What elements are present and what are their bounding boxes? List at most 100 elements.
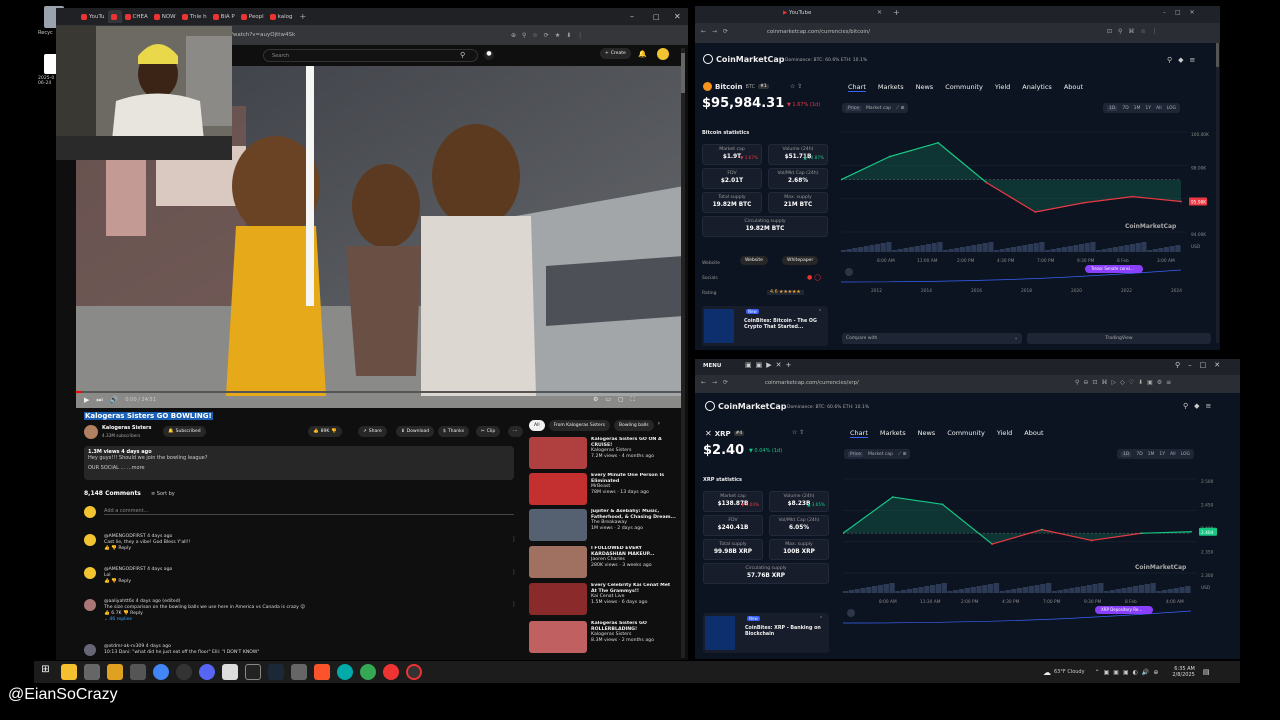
chrome-icon[interactable] <box>152 664 169 680</box>
minimize-icon[interactable]: – <box>630 12 634 21</box>
notepad-icon[interactable] <box>221 664 238 680</box>
recommended-video[interactable]: Every Minute One Person Is Eliminated MrB… <box>529 473 677 507</box>
chip-all[interactable]: All <box>529 420 545 431</box>
tab-about[interactable]: About <box>1064 83 1083 92</box>
tab-news[interactable]: News <box>918 429 936 438</box>
range-1y[interactable]: 1Y <box>1145 106 1151 111</box>
system-tray-icons[interactable]: ⌃▣▣▣◐🔊⊕ <box>1095 669 1163 676</box>
range-selector[interactable]: 1D 7D 1M 1Y All LOG <box>1117 449 1195 459</box>
url-field[interactable]: /watch?v=auyOjttw4Sk <box>231 32 481 38</box>
browser-tab[interactable]: BiA P <box>210 10 238 23</box>
cmc-logo[interactable]: CoinMarketCap <box>705 401 786 411</box>
chip-bowling[interactable]: Bowling balls <box>614 420 654 431</box>
maximize-icon[interactable]: □ <box>653 13 660 21</box>
reply-button[interactable]: Reply <box>118 546 131 551</box>
toggle-price[interactable]: Price <box>846 105 861 111</box>
channel-avatar[interactable] <box>84 425 98 439</box>
tab-community[interactable]: Community <box>945 83 983 92</box>
next-icon[interactable]: ⏭ <box>96 396 102 405</box>
range-1m[interactable]: 1M <box>1148 452 1155 457</box>
browser-toolbar-icons[interactable]: ⊡⚲⌘☆⋮ <box>1107 28 1164 35</box>
range-all[interactable]: All <box>1170 452 1176 457</box>
download-button[interactable]: ⬇ Download <box>396 426 435 437</box>
scrollbar[interactable] <box>681 48 685 658</box>
header-icons[interactable]: ⚲◆≡ <box>1183 402 1217 410</box>
chip-from-channel[interactable]: From Kalogeras Sisters <box>548 420 610 431</box>
nav-icons[interactable]: ←→⟳ <box>701 379 734 386</box>
notification-icon[interactable]: ▤ <box>1203 668 1210 676</box>
screen-tool-icon[interactable] <box>290 664 307 680</box>
tradingview-button[interactable]: TradingView <box>1027 333 1211 344</box>
player-settings-icons[interactable]: ⚙▭▢⛶ <box>593 396 642 404</box>
avatar[interactable] <box>657 48 669 60</box>
share-button[interactable]: ↗ Share <box>358 426 387 437</box>
opera-menu-button[interactable]: MENU <box>703 363 721 369</box>
url-field[interactable]: coinmarketcap.com/currencies/xrp/ <box>765 380 859 386</box>
close-tab-icon[interactable]: ✕ <box>877 9 882 16</box>
search-icon[interactable]: ⚲ <box>460 51 465 59</box>
chart-type-icons[interactable]: ⟋ ⊞ <box>898 451 906 457</box>
range-1y[interactable]: 1Y <box>1159 452 1165 457</box>
range-7d[interactable]: 7D <box>1122 106 1128 111</box>
window-controls[interactable]: ⚲–□✕ <box>1175 361 1228 369</box>
add-comment-input[interactable]: Add a comment... <box>104 508 514 515</box>
tab-yield[interactable]: Yield <box>995 83 1010 92</box>
tab-community[interactable]: Community <box>947 429 985 438</box>
range-all[interactable]: All <box>1156 106 1162 111</box>
new-tab-plus-icon[interactable]: + <box>893 8 900 17</box>
brave-icon[interactable] <box>313 664 330 680</box>
opera-gx-icon[interactable] <box>405 664 422 680</box>
header-icons[interactable]: ⚲◆≡ <box>1167 56 1201 64</box>
recommended-video[interactable]: Jupiter & Asebahy: Music, Fatherhood, & … <box>529 509 677 543</box>
tab-markets[interactable]: Markets <box>880 429 906 438</box>
weather-icon[interactable]: ☁ <box>1043 668 1051 677</box>
replies-toggle[interactable]: ⌄ 46 replies <box>104 617 305 623</box>
event-marker-icon[interactable] <box>845 268 853 276</box>
like-button[interactable]: 👍 89K 👎 <box>308 426 342 437</box>
cmc-logo[interactable]: CoinMarketCap <box>703 54 784 64</box>
browser-toolbar-icons[interactable]: ⊕⚲☆⟳★⬇⋮ <box>511 32 589 39</box>
coinbites-promo[interactable]: New CoinBites: XRP - Banking on Blockcha… <box>703 613 829 653</box>
scrollbar-thumb[interactable] <box>681 53 685 93</box>
obs-icon[interactable] <box>175 664 192 680</box>
sort-by-button[interactable]: ≡ Sort by <box>151 491 175 497</box>
comment-menu-icon[interactable]: ⋮ <box>511 569 517 576</box>
browser-tab[interactable]: CHEA <box>122 10 151 23</box>
range-1d[interactable]: 1D <box>1107 105 1118 111</box>
thumbs-up-icon[interactable]: 👍 👎 <box>104 546 118 551</box>
thumbs-down-icon[interactable]: 👎 <box>331 429 337 434</box>
clip-button[interactable]: ✂ Clip <box>476 426 501 437</box>
event-marker-icon[interactable] <box>847 609 855 617</box>
tab-chart[interactable]: Chart <box>850 429 868 438</box>
description-box[interactable]: 1.3M views 4 days ago Hey guys!!! Should… <box>84 446 514 480</box>
website-link[interactable]: Website <box>740 256 768 265</box>
recommended-video[interactable]: Every Celebrity Kai Cenat Met At The Gra… <box>529 583 677 617</box>
chart-type-icons[interactable]: ⟋ ⊞ <box>896 105 904 111</box>
browser-tab[interactable]: NOW <box>151 10 179 23</box>
capcut-icon[interactable] <box>244 664 261 680</box>
reply-button[interactable]: Reply <box>118 579 131 584</box>
description-more[interactable]: OUR SOCIAL ... ...more <box>88 465 510 471</box>
window-controls[interactable]: –□✕ <box>1163 9 1204 16</box>
folder-icon[interactable] <box>106 664 123 680</box>
volume-icon[interactable]: 🔊 <box>110 396 119 404</box>
toggle-marketcap[interactable]: Market cap <box>868 452 893 457</box>
comment-menu-icon[interactable]: ⋮ <box>511 536 517 543</box>
browser-toolbar-icons[interactable]: ⚲⊖⊡⌘▷◇♡⬇▣⚙≡ <box>1075 379 1175 386</box>
tab-yield[interactable]: Yield <box>997 429 1012 438</box>
coinbites-promo[interactable]: New CoinBites: Bitcoin - The OG Crypto T… <box>702 306 828 346</box>
chrome-icon[interactable] <box>359 664 376 680</box>
edge-icon[interactable] <box>336 664 353 680</box>
browser-tab-active[interactable] <box>107 10 122 23</box>
tab-chart[interactable]: Chart <box>848 83 866 92</box>
comment-author[interactable]: @AMENGODFIRST 4 days ago <box>104 567 172 573</box>
watchlist-star-button[interactable]: ☆ ⇧ <box>790 83 802 90</box>
browser-tab[interactable]: kalog <box>267 10 296 23</box>
browser-tab[interactable]: Peopl <box>238 10 267 23</box>
file-explorer-icon[interactable] <box>60 664 77 680</box>
price-marketcap-toggle[interactable]: Price Market cap ⟋ ⊞ <box>842 103 909 113</box>
start-menu-icon[interactable]: ⊞ <box>38 664 54 680</box>
range-1m[interactable]: 1M <box>1134 106 1141 111</box>
bitcoin-price-chart[interactable]: 100.00K98.00K96.00K94.00K95.98KCoinMarke… <box>841 124 1211 334</box>
range-log[interactable]: LOG <box>1167 106 1176 111</box>
